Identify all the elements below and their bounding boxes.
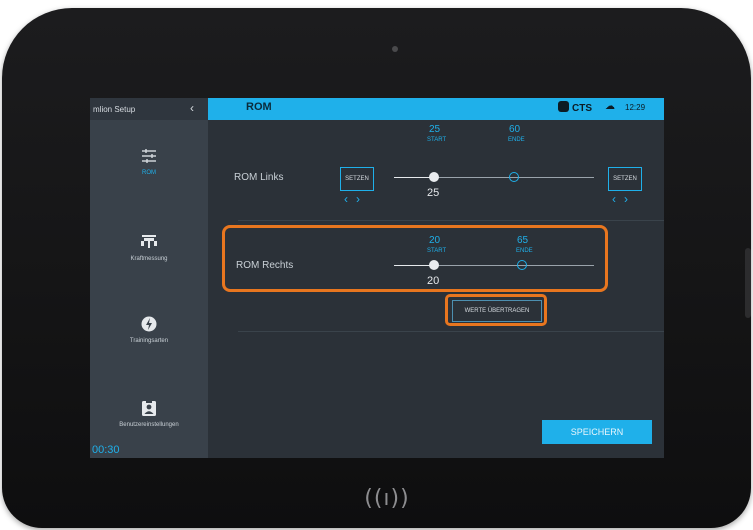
- rom-links-start-handle[interactable]: [429, 172, 439, 182]
- rom-links-set-left-button[interactable]: SETZEN: [340, 167, 374, 191]
- brand-name: CTS: [572, 103, 592, 114]
- rom-links-end-value: 60: [509, 124, 521, 135]
- sidebar-title: mlion Setup: [93, 105, 136, 114]
- rom-links-start-value: 25: [429, 124, 441, 135]
- collapse-chevron-icon[interactable]: ‹: [190, 101, 194, 115]
- page-title: ROM: [246, 101, 272, 113]
- sidebar: mlion Setup ‹ ROM Kraftmessung Trainings…: [90, 98, 208, 458]
- transfer-button-highlight: [445, 294, 547, 326]
- rom-links-end-handle[interactable]: [509, 172, 519, 182]
- sidebar-item-label: Benutzereinstellungen: [119, 422, 179, 428]
- rom-rechts-highlight: [222, 225, 608, 292]
- section-divider: [238, 331, 664, 332]
- sliders-icon: [142, 149, 156, 163]
- sidebar-item-label: Kraftmessung: [130, 256, 168, 262]
- save-button[interactable]: SPEICHERN: [542, 420, 652, 444]
- user-badge-icon: [142, 400, 156, 416]
- device-side-button: [745, 248, 751, 318]
- header-bar: ROM CTS ☁ 12:29: [208, 98, 664, 120]
- brand-hex-icon: [558, 101, 569, 112]
- rom-links-start-label: START: [427, 137, 447, 143]
- sidebar-header: mlion Setup ‹: [90, 98, 208, 120]
- rom-content: ROM Links SETZEN ‹› 25 START 60 ENDE 25 …: [208, 120, 664, 458]
- sidebar-item-label: Trainingsarten: [129, 338, 169, 344]
- device-screen: mlion Setup ‹ ROM Kraftmessung Trainings…: [90, 98, 664, 458]
- nfc-symbol: ((ı)): [364, 486, 410, 511]
- rom-links-current-value: 25: [427, 187, 440, 199]
- brand-logo: CTS: [558, 101, 592, 114]
- fitness-machine-icon: [141, 235, 157, 248]
- sidebar-item-kraftmessung[interactable]: Kraftmessung: [90, 232, 208, 262]
- rom-links-set-right-button[interactable]: SETZEN: [608, 167, 642, 191]
- session-timer: 00:30: [92, 444, 120, 456]
- sidebar-item-trainingsarten[interactable]: Trainingsarten: [90, 316, 208, 344]
- rom-links-label: ROM Links: [234, 172, 284, 183]
- rom-links-slider-fill: [394, 177, 434, 178]
- rom-links-end-label: ENDE: [508, 137, 525, 143]
- cloud-icon: ☁: [605, 101, 615, 112]
- bolt-circle-icon: [141, 316, 157, 332]
- clock: 12:29: [625, 103, 646, 112]
- rom-links-right-stepper[interactable]: ‹›: [612, 192, 636, 206]
- section-divider: [238, 220, 664, 221]
- rom-links-left-stepper[interactable]: ‹›: [344, 192, 368, 206]
- sidebar-item-rom[interactable]: ROM: [90, 148, 208, 176]
- sidebar-item-benutzereinstellungen[interactable]: Benutzereinstellungen: [90, 400, 208, 428]
- front-camera: [392, 46, 398, 52]
- tablet-device: ((ı)) mlion Setup ‹ ROM Kraftmessung Tra…: [2, 8, 751, 528]
- sidebar-item-label: ROM: [142, 170, 156, 176]
